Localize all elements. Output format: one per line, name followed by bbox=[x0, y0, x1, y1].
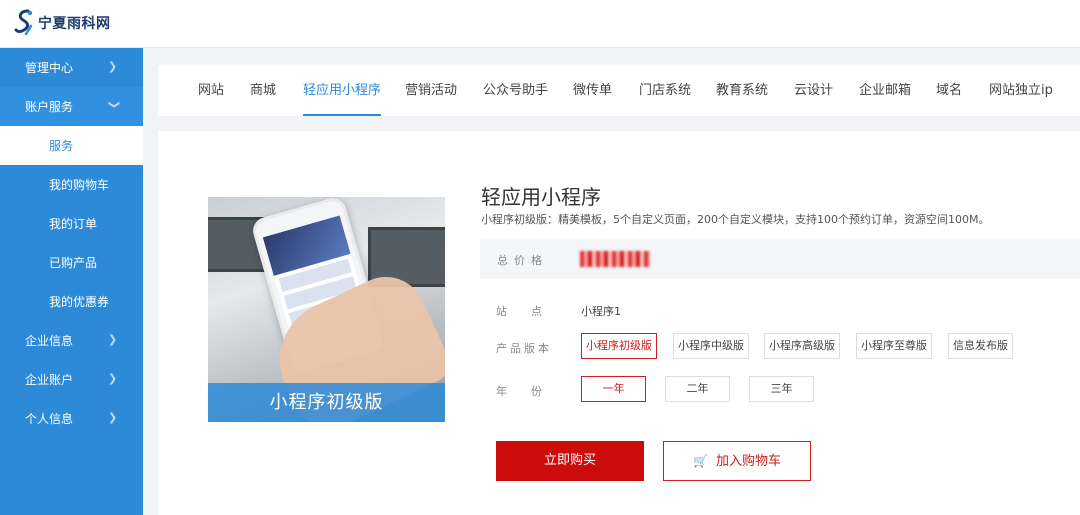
sidebar: 管理中心 ❯ 账户服务 ❯ 服务 我的购物车 我的订单 已购产品 我的优惠券 企… bbox=[0, 48, 143, 515]
product-panel: 小程序初级版 轻应用小程序 小程序初级版：精美模板，5个自定义页面，200个自定… bbox=[158, 131, 1080, 515]
version-option-premium[interactable]: 小程序至尊版 bbox=[856, 333, 932, 359]
tab-marketing[interactable]: 营销活动 bbox=[405, 65, 457, 116]
sidebar-item-company-info[interactable]: 企业信息 ❯ bbox=[0, 321, 143, 360]
tab-store-system[interactable]: 门店系统 bbox=[639, 65, 691, 116]
sidebar-item-coupons[interactable]: 我的优惠券 bbox=[0, 282, 143, 321]
add-to-cart-button[interactable]: 🛒 加入购物车 bbox=[663, 441, 811, 481]
sidebar-item-management[interactable]: 管理中心 ❯ bbox=[0, 48, 143, 87]
product-image: 小程序初级版 bbox=[208, 197, 445, 422]
add-to-cart-label: 加入购物车 bbox=[715, 454, 781, 469]
sidebar-item-label: 个人信息 bbox=[25, 412, 74, 426]
price-bar: 总价格 bbox=[480, 239, 1080, 279]
sidebar-item-cart[interactable]: 我的购物车 bbox=[0, 165, 143, 204]
sidebar-item-label: 服务 bbox=[49, 139, 74, 153]
ys-logo-icon bbox=[14, 9, 33, 36]
version-option-intermediate[interactable]: 小程序中级版 bbox=[673, 333, 749, 359]
year-option-2[interactable]: 二年 bbox=[665, 376, 730, 402]
product-title: 轻应用小程序 bbox=[481, 185, 601, 209]
sidebar-item-personal-info[interactable]: 个人信息 ❯ bbox=[0, 399, 143, 438]
chevron-right-icon: ❯ bbox=[108, 411, 118, 424]
sidebar-item-label: 我的购物车 bbox=[49, 178, 110, 192]
sidebar-item-service[interactable]: 服务 bbox=[0, 126, 143, 165]
tab-mini-program[interactable]: 轻应用小程序 bbox=[303, 65, 382, 116]
tab-dedicated-ip[interactable]: 网站独立ip bbox=[989, 65, 1053, 116]
version-option-advanced[interactable]: 小程序高级版 bbox=[764, 333, 840, 359]
year-option-1[interactable]: 一年 bbox=[581, 376, 646, 402]
image-caption: 小程序初级版 bbox=[208, 383, 445, 422]
tab-flyer[interactable]: 微传单 bbox=[573, 65, 612, 116]
site-label: 站点 bbox=[496, 305, 566, 318]
product-description: 小程序初级版：精美模板，5个自定义页面，200个自定义模块，支持100个预约订单… bbox=[481, 213, 990, 226]
tab-website[interactable]: 网站 bbox=[198, 65, 224, 116]
tab-domain[interactable]: 域名 bbox=[936, 65, 962, 116]
sidebar-item-orders[interactable]: 我的订单 bbox=[0, 204, 143, 243]
version-label: 产品版本 bbox=[496, 342, 552, 355]
product-tabs: 网站 商城 轻应用小程序 营销活动 公众号助手 微传单 门店系统 教育系统 云设… bbox=[158, 65, 1080, 116]
sidebar-item-label: 我的优惠券 bbox=[49, 295, 110, 309]
sidebar-item-label: 已购产品 bbox=[49, 256, 98, 270]
buy-now-button[interactable]: 立即购买 bbox=[496, 441, 644, 481]
cart-icon: 🛒 bbox=[693, 454, 708, 468]
sidebar-item-label: 管理中心 bbox=[25, 61, 74, 75]
site-name: 宁夏雨科网 bbox=[38, 16, 111, 32]
price-value-blurred bbox=[580, 251, 650, 267]
price-label: 总价格 bbox=[497, 254, 548, 267]
sidebar-item-label: 我的订单 bbox=[49, 217, 98, 231]
sidebar-item-company-account[interactable]: 企业账户 ❯ bbox=[0, 360, 143, 399]
sidebar-item-label: 账户服务 bbox=[25, 100, 74, 114]
sidebar-item-label: 企业账户 bbox=[25, 373, 74, 387]
sidebar-item-purchased[interactable]: 已购产品 bbox=[0, 243, 143, 282]
version-option-info-publish[interactable]: 信息发布版 bbox=[948, 333, 1013, 359]
tab-cloud-design[interactable]: 云设计 bbox=[794, 65, 833, 116]
tab-enterprise-mail[interactable]: 企业邮箱 bbox=[859, 65, 911, 116]
sidebar-item-label: 企业信息 bbox=[25, 334, 74, 348]
chevron-right-icon: ❯ bbox=[108, 333, 118, 346]
year-option-3[interactable]: 三年 bbox=[749, 376, 814, 402]
site-value: 小程序1 bbox=[581, 305, 621, 318]
year-label: 年份 bbox=[496, 385, 566, 398]
tab-mall[interactable]: 商城 bbox=[250, 65, 276, 116]
site-logo[interactable]: 宁夏雨科网 bbox=[14, 8, 111, 38]
tab-education[interactable]: 教育系统 bbox=[716, 65, 768, 116]
tab-official-account[interactable]: 公众号助手 bbox=[483, 65, 548, 116]
chevron-down-icon: ❯ bbox=[108, 100, 121, 110]
sidebar-item-account-service[interactable]: 账户服务 ❯ bbox=[0, 87, 143, 126]
top-bar: 宁夏雨科网 bbox=[0, 0, 1080, 48]
chevron-right-icon: ❯ bbox=[108, 372, 118, 385]
chevron-right-icon: ❯ bbox=[108, 60, 118, 73]
version-option-basic[interactable]: 小程序初级版 bbox=[581, 333, 657, 359]
